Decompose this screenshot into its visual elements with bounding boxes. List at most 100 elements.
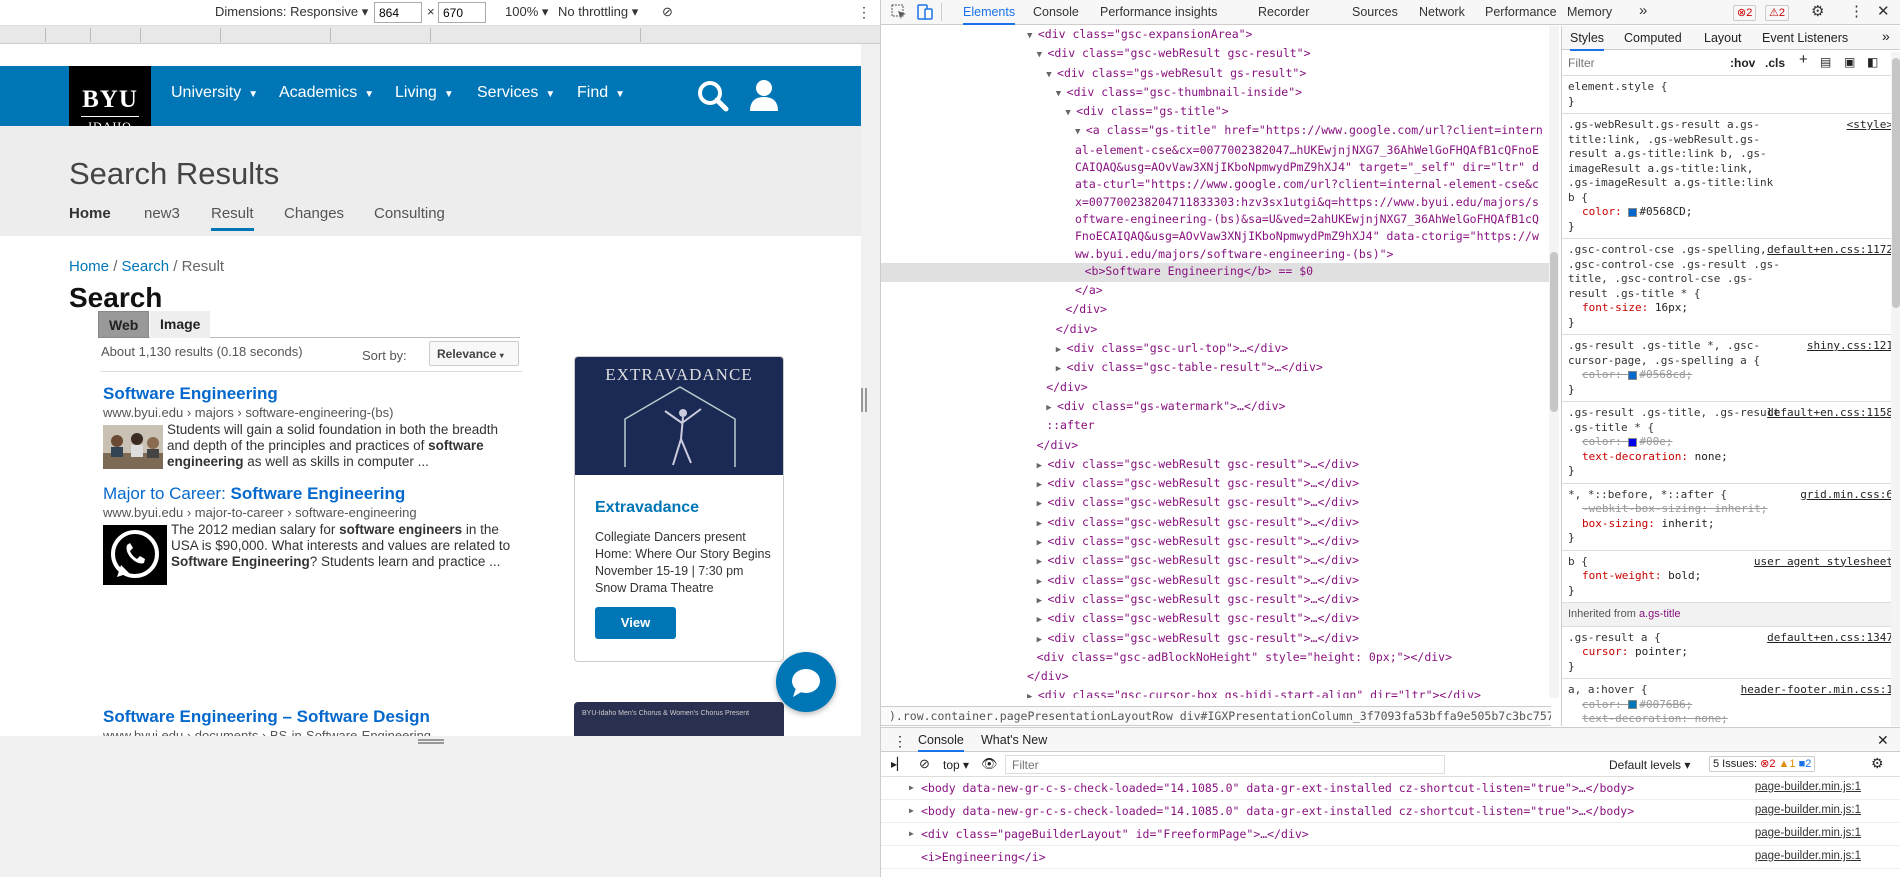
subnav-consulting[interactable]: Consulting [374,205,445,222]
event-title[interactable]: Extravadance [595,499,783,517]
tab-styles[interactable]: Styles [1570,31,1605,51]
more-options-icon[interactable]: ⋮ [1849,2,1864,20]
style-rule[interactable]: .gsc-control-cse .gs-spelling, .gsc-cont… [1562,239,1900,335]
rule-source-link[interactable]: shiny.css:121 [1807,339,1893,354]
subnav-changes[interactable]: Changes [284,205,344,222]
error-count-badge[interactable]: ⊗2 [1733,5,1757,21]
eye-icon[interactable]: 👁 [981,756,998,772]
drawer-tab-whats-new[interactable]: What's New [981,733,1047,747]
log-levels-dropdown[interactable]: Default levels ▾ [1609,758,1690,772]
tab-network[interactable]: Network [1419,5,1465,19]
dom-node[interactable]: ▶ <div class="gsc-webResult gsc-result">… [881,591,1551,610]
result-title-link[interactable]: Major to Career: Software Engineering [103,484,523,504]
css-property[interactable]: cursor: pointer; [1568,645,1895,660]
console-message[interactable]: ▶ <body data-new-gr-c-s-check-loaded="14… [881,777,1900,800]
breadcrumb-home[interactable]: Home [69,258,109,275]
class-toggle[interactable]: .cls [1765,56,1785,71]
sort-dropdown[interactable]: Relevance ▾ [429,341,519,366]
color-swatch[interactable] [1628,370,1638,380]
subnav-home[interactable]: Home [69,205,111,222]
width-input[interactable] [374,2,422,23]
context-dropdown[interactable]: top ▾ [943,758,969,772]
dom-node[interactable]: ▶ <div class="gsc-table-result">…</div> [881,359,1551,378]
resize-handle-right[interactable] [861,388,867,412]
more-tabs-icon[interactable]: » [1882,29,1890,44]
style-rule[interactable]: a, a:hover {header-footer.min.css:1 color… [1562,679,1900,726]
dom-node[interactable]: ▼ <div class="gs-webResult gs-result"> [881,65,1551,84]
color-swatch[interactable] [1628,700,1638,709]
inspect-element-icon[interactable] [891,4,907,20]
console-message[interactable]: ▶ <div class="pageBuilderLayout" id="Fre… [881,823,1900,846]
elements-scrollbar[interactable] [1549,26,1559,698]
console-message[interactable]: <i>Engineering</i> page-builder.min.js:1 [881,846,1900,869]
height-input[interactable] [438,2,486,23]
tab-performance-insights[interactable]: Performance insights [1100,5,1217,19]
result-title-link[interactable]: Software Engineering [103,384,523,404]
console-message[interactable]: ▶ <body data-new-gr-c-s-check-loaded="14… [881,800,1900,823]
css-property[interactable]: color: #00e; [1568,435,1895,450]
result-title-link[interactable]: Software Engineering – Software Design [103,707,523,727]
css-property[interactable]: color: #0568cd; [1568,368,1895,383]
more-tabs-icon[interactable]: » [1639,2,1647,19]
user-icon[interactable] [748,78,780,112]
dom-node[interactable]: ::after [881,417,1551,436]
throttling-dropdown[interactable]: No throttling ▾ [558,4,638,20]
dom-node[interactable]: ▶ <div class="gsc-url-top">…</div> [881,340,1551,359]
whatsapp-icon[interactable] [103,525,167,585]
rule-source-link[interactable]: default+en.css:1172 [1767,243,1893,258]
dom-node[interactable]: ▶ <div class="gsc-webResult gsc-result">… [881,572,1551,591]
style-rule[interactable]: element.style {} [1562,76,1900,114]
style-rule[interactable]: .gs-result a {default+en.css:1347 cursor:… [1562,627,1900,679]
clear-console-icon[interactable]: ⊘ [919,756,930,772]
warning-count-badge[interactable]: ⚠2 [1765,5,1789,21]
styles-filter-input[interactable] [1568,53,1718,72]
more-options-icon[interactable]: ⋮ [857,4,871,21]
classroom-thumbnail[interactable] [103,425,163,469]
device-toggle-icon[interactable] [917,4,933,20]
settings-gear-icon[interactable]: ⚙ [1811,2,1824,20]
zoom-dropdown[interactable]: 100% ▾ [505,4,548,20]
dom-node[interactable]: </div> [881,379,1551,398]
computed-toggle-icon[interactable]: ▣ [1844,55,1855,70]
dom-node[interactable]: ▶ <div class="gsc-webResult gsc-result">… [881,610,1551,629]
tab-layout[interactable]: Layout [1704,31,1742,46]
nav-university[interactable]: University ▼ [171,84,258,102]
css-property[interactable]: text-decoration: none; [1568,712,1895,726]
breadcrumb-search[interactable]: Search [122,258,170,275]
dom-node[interactable]: ▶ <div class="gsc-webResult gsc-result">… [881,494,1551,513]
dimensions-dropdown[interactable]: Dimensions: Responsive ▾ [215,4,368,20]
console-filter-input[interactable] [1005,755,1445,774]
issues-button[interactable]: 5 Issues: ⊗2 ▲1 ■2 [1709,756,1816,772]
dom-node[interactable]: ▶ <div class="gsc-webResult gsc-result">… [881,533,1551,552]
dom-node[interactable]: ▶ <div class="gsc-cursor-box gs-bidi-sta… [881,687,1551,698]
dom-node[interactable]: ▼ <div class="gsc-webResult gsc-result"> [881,45,1551,64]
css-property[interactable]: -webkit-box-sizing: inherit; [1568,502,1895,517]
color-swatch[interactable] [1628,207,1638,217]
elements-breadcrumb[interactable]: ).row.container.pagePresentationLayoutRo… [881,706,1551,726]
hover-state-toggle[interactable]: :hov [1730,56,1755,71]
dom-node[interactable]: ▶ <div class="gsc-webResult gsc-result">… [881,456,1551,475]
console-output[interactable]: ▶ <body data-new-gr-c-s-check-loaded="14… [881,777,1900,869]
style-rule[interactable]: b {user agent stylesheet font-weight: bol… [1562,551,1900,603]
dom-node[interactable]: <div class="gsc-adBlockNoHeight" style="… [881,649,1551,668]
sidebar-toggle-icon[interactable]: ◧ [1867,55,1878,70]
tab-image[interactable]: Image [150,311,211,338]
paint-icon[interactable]: ▤ [1820,55,1831,70]
elements-tree[interactable]: ▼ <div class="gsc-expansionArea"> ▼ <div … [881,26,1551,698]
nav-living[interactable]: Living ▼ [395,84,454,102]
styles-scrollbar[interactable] [1891,52,1900,726]
dom-node[interactable]: ▶ <div class="gsc-webResult gsc-result">… [881,630,1551,649]
rule-source-link[interactable]: default+en.css:1158 [1767,406,1893,421]
dom-node[interactable]: ▶ <div class="gsc-webResult gsc-result">… [881,475,1551,494]
tab-memory[interactable]: Memory [1567,5,1612,19]
event-image[interactable]: EXTRAVADANCE [575,357,783,475]
view-button[interactable]: View [595,607,676,639]
dom-node[interactable]: </a> [881,282,1551,301]
dom-node[interactable]: </div> [881,321,1551,340]
tab-elements[interactable]: Elements [963,5,1016,25]
close-drawer-icon[interactable]: ✕ [1877,732,1889,749]
nav-find[interactable]: Find ▼ [577,84,625,102]
chorus-card[interactable]: BYU-Idaho Men's Chorus & Women's Chorus … [574,702,784,736]
tab-event-listeners[interactable]: Event Listeners [1762,31,1848,46]
dom-node[interactable]: <b>Software Engineering</b> == $0 [881,262,1551,283]
